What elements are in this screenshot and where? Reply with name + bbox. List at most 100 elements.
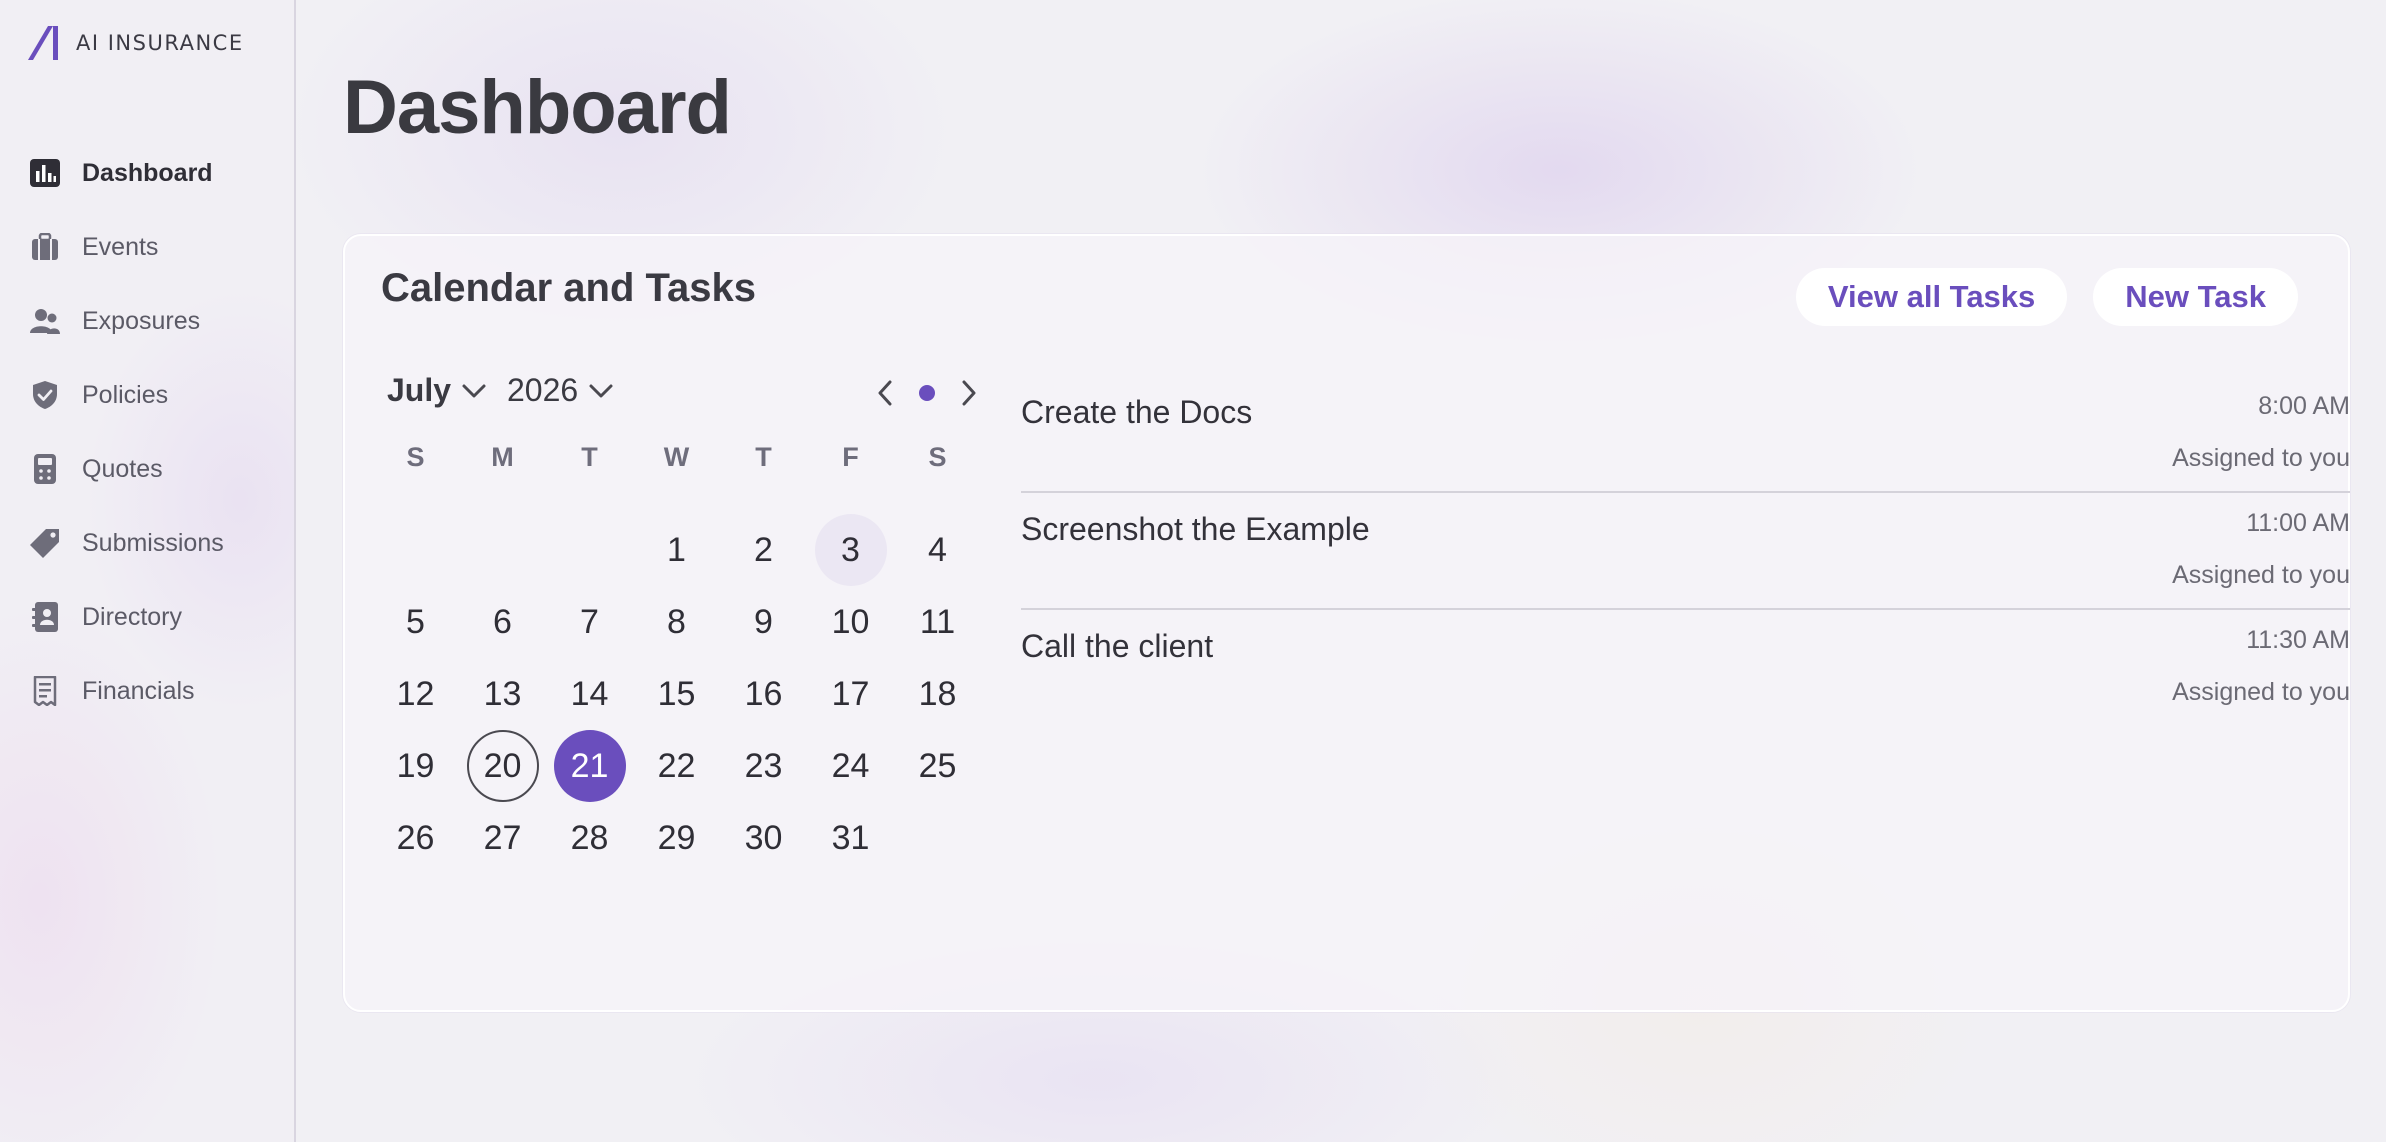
- users-icon: [30, 306, 60, 336]
- calendar-day-number: 1: [667, 530, 686, 569]
- task-time: 11:30 AM: [2246, 626, 2350, 654]
- calendar-day-number: 17: [831, 674, 870, 713]
- calendar-day-number: 10: [831, 602, 870, 641]
- sidebar-item-label: Quotes: [82, 454, 163, 483]
- view-all-tasks-button[interactable]: View all Tasks: [1795, 268, 2068, 326]
- task-title: Call the client: [1021, 628, 1214, 664]
- sidebar: AI INSURANCE Dashboard Events Exposures …: [0, 0, 296, 1142]
- calendar-day[interactable]: 29: [633, 802, 720, 874]
- task-assignee: Assigned to you: [2172, 444, 2350, 472]
- chevron-down-icon: [589, 384, 613, 397]
- calendar-day-number: 2: [754, 530, 773, 569]
- calendar-day[interactable]: 3: [807, 514, 894, 586]
- calendar-day[interactable]: 10: [807, 586, 894, 658]
- calendar-day[interactable]: 20: [459, 730, 546, 802]
- sidebar-item-label: Directory: [82, 602, 183, 631]
- calendar-header: July 2026: [387, 372, 981, 422]
- sidebar-item-exposures[interactable]: Exposures: [0, 284, 294, 358]
- calendar-day-number: 19: [396, 746, 435, 785]
- sidebar-item-label: Policies: [82, 380, 169, 409]
- chart-bar-icon: [30, 158, 60, 188]
- task-item[interactable]: Screenshot the Example 11:00 AM Assigned…: [1021, 493, 2350, 610]
- sidebar-item-label: Submissions: [82, 528, 224, 557]
- prev-month-button[interactable]: [873, 378, 897, 408]
- sidebar-item-dashboard[interactable]: Dashboard: [0, 136, 294, 210]
- sidebar-item-financials[interactable]: Financials: [0, 654, 294, 728]
- today-dot-button[interactable]: [919, 385, 935, 401]
- calendar-day[interactable]: 4: [894, 514, 981, 586]
- calendar-day[interactable]: 31: [807, 802, 894, 874]
- receipt-icon: [30, 676, 60, 706]
- calendar-day[interactable]: 2: [720, 514, 807, 586]
- shield-icon: [30, 380, 60, 410]
- calendar-day[interactable]: 13: [459, 658, 546, 730]
- calendar-day-number: 7: [580, 602, 599, 641]
- calendar-day[interactable]: 15: [633, 658, 720, 730]
- year-select[interactable]: 2026: [507, 372, 614, 409]
- sidebar-item-label: Dashboard: [82, 158, 213, 187]
- calculator-icon: [30, 454, 60, 484]
- sidebar-item-events[interactable]: Events: [0, 210, 294, 284]
- calendar-day-number: 24: [831, 746, 870, 785]
- page-title: Dashboard: [343, 65, 732, 150]
- sidebar-item-quotes[interactable]: Quotes: [0, 432, 294, 506]
- calendar-day[interactable]: 30: [720, 802, 807, 874]
- card-title: Calendar and Tasks: [381, 266, 756, 310]
- calendar-day[interactable]: 26: [372, 802, 459, 874]
- calendar-day[interactable]: 19: [372, 730, 459, 802]
- task-item[interactable]: Create the Docs 8:00 AM Assigned to you: [1021, 376, 2350, 493]
- sidebar-item-label: Events: [82, 232, 159, 261]
- calendar-day-number: 26: [396, 818, 435, 857]
- calendar-day[interactable]: 1: [633, 514, 720, 586]
- calendar-day[interactable]: 8: [633, 586, 720, 658]
- brand-logo[interactable]: AI INSURANCE: [26, 24, 244, 62]
- tag-icon: [30, 528, 60, 558]
- calendar-day-number: 22: [657, 746, 696, 785]
- new-task-button[interactable]: New Task: [2093, 268, 2298, 326]
- weekday-label: M: [491, 442, 514, 472]
- card-actions: View all Tasks New Task: [1795, 268, 2298, 326]
- calendar-day-number: 27: [483, 818, 522, 857]
- calendar-day[interactable]: 22: [633, 730, 720, 802]
- chevron-left-icon: [878, 380, 892, 406]
- task-title: Create the Docs: [1021, 394, 1253, 430]
- calendar-day[interactable]: 7: [546, 586, 633, 658]
- calendar-day[interactable]: 18: [894, 658, 981, 730]
- calendar-day[interactable]: 23: [720, 730, 807, 802]
- calendar-day[interactable]: 24: [807, 730, 894, 802]
- calendar-day[interactable]: 5: [372, 586, 459, 658]
- calendar-day-number: 20: [466, 730, 539, 802]
- next-month-button[interactable]: [957, 378, 981, 408]
- calendar-day[interactable]: 11: [894, 586, 981, 658]
- calendar-day-number: 25: [918, 746, 957, 785]
- calendar-day[interactable]: 12: [372, 658, 459, 730]
- task-item[interactable]: Call the client 11:30 AM Assigned to you: [1021, 610, 2350, 725]
- calendar-day-number: 30: [744, 818, 783, 857]
- sidebar-item-submissions[interactable]: Submissions: [0, 506, 294, 580]
- calendar-empty-cell: [459, 514, 546, 586]
- calendar-empty-cell: [372, 514, 459, 586]
- weekday-label: F: [842, 442, 859, 472]
- sidebar-nav: Dashboard Events Exposures Policies Quot…: [0, 136, 294, 728]
- calendar-day[interactable]: 6: [459, 586, 546, 658]
- weekday-label: W: [663, 442, 690, 472]
- year-select-value: 2026: [507, 372, 579, 408]
- calendar-day[interactable]: 27: [459, 802, 546, 874]
- calendar-day[interactable]: 16: [720, 658, 807, 730]
- month-select[interactable]: July: [387, 372, 487, 409]
- calendar-day[interactable]: 17: [807, 658, 894, 730]
- calendar-day[interactable]: 14: [546, 658, 633, 730]
- chevron-down-icon: [462, 384, 486, 397]
- calendar-nav: [873, 378, 981, 408]
- calendar-day[interactable]: 25: [894, 730, 981, 802]
- sidebar-item-policies[interactable]: Policies: [0, 358, 294, 432]
- calendar-empty-cell: [546, 514, 633, 586]
- calendar-grid: S M T W T F S 1 2 3 4 5 6 7 8 9 10 11 12 13 14 15 16 17 1…: [372, 442, 981, 874]
- calendar-day[interactable]: 21: [546, 730, 633, 802]
- calendar-day[interactable]: 9: [720, 586, 807, 658]
- task-time: 8:00 AM: [2258, 392, 2350, 420]
- sidebar-item-directory[interactable]: Directory: [0, 580, 294, 654]
- task-list: Create the Docs 8:00 AM Assigned to you …: [1021, 376, 2350, 725]
- calendar-day[interactable]: 28: [546, 802, 633, 874]
- month-select-value: July: [387, 372, 452, 408]
